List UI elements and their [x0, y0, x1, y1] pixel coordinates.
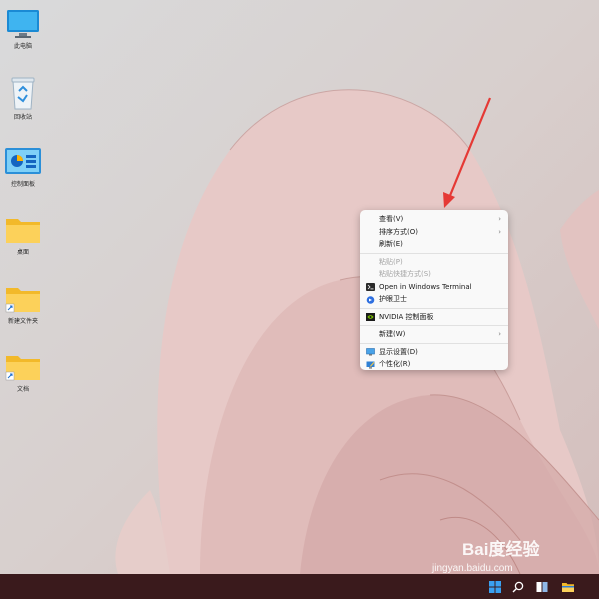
- watermark-site: jingyan.baidu.com: [432, 563, 513, 574]
- baidu-jingyan-watermark: Bai度经验 jingyan.baidu.com: [432, 535, 592, 595]
- annotation-arrow: [443, 97, 492, 208]
- watermark-brand: Bai度经验: [462, 540, 540, 559]
